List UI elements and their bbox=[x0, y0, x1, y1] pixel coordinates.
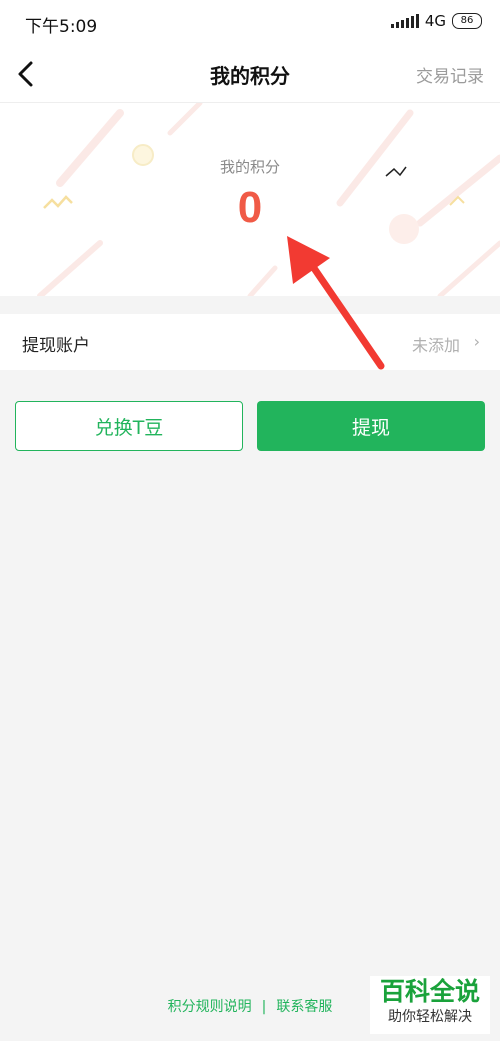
transaction-records-link[interactable]: 交易记录 bbox=[416, 62, 484, 87]
withdraw-account-label: 提现账户 bbox=[22, 336, 90, 356]
points-label: 我的积分 bbox=[219, 158, 280, 176]
nav-bar: 我的积分 交易记录 bbox=[0, 46, 500, 103]
withdraw-account-row[interactable]: 提现账户 未添加 › bbox=[0, 314, 500, 370]
signal-icon bbox=[390, 14, 419, 28]
points-value: 0 bbox=[237, 183, 263, 232]
watermark-sub: 助你轻松解决 bbox=[388, 1009, 472, 1025]
withdraw-button[interactable]: 提现 bbox=[257, 401, 485, 451]
watermark-logo: 百科全说 助你轻松解决 bbox=[370, 976, 490, 1034]
contact-support-link[interactable]: 联系客服 bbox=[276, 999, 332, 1015]
points-card: 我的积分 0 bbox=[0, 103, 500, 296]
exchange-tdou-button[interactable]: 兑换T豆 bbox=[15, 401, 243, 451]
watermark-main: 百科全说 bbox=[379, 977, 480, 1006]
network-type: 4G bbox=[424, 12, 446, 30]
status-indicators: 4G 86 bbox=[390, 12, 482, 30]
withdraw-account-status: 未添加 bbox=[411, 336, 460, 355]
status-bar: 下午5:09 4G 86 bbox=[0, 0, 500, 46]
chevron-right-icon: › bbox=[473, 332, 480, 351]
battery-icon: 86 bbox=[452, 13, 482, 29]
points-rules-link[interactable]: 积分规则说明 bbox=[168, 999, 252, 1015]
footer-separator: | bbox=[261, 999, 267, 1015]
status-time: 下午5:09 bbox=[25, 17, 98, 37]
